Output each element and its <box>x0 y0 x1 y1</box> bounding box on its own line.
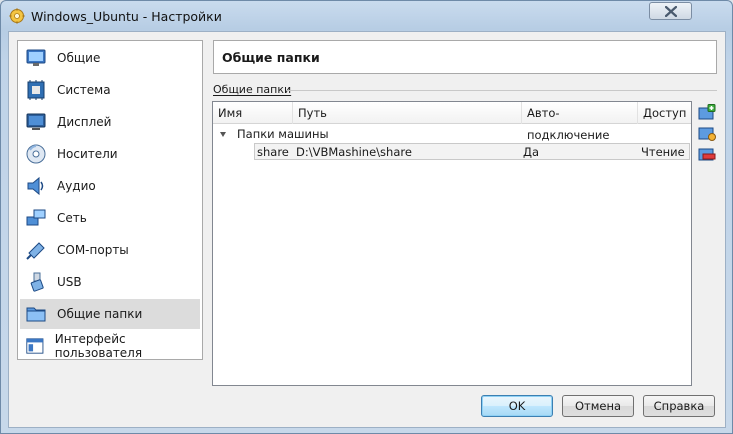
group-label: Папки машины <box>237 127 329 141</box>
group-label: Общие папки <box>213 83 292 96</box>
sidebar-item-network[interactable]: Сеть <box>20 203 200 233</box>
sidebar-item-label: Сеть <box>57 211 87 225</box>
sidebar-item-label: Интерфейс пользователя <box>54 332 143 360</box>
sidebar-item-user-interface[interactable]: Интерфейс пользователя <box>20 331 200 361</box>
edit-folder-button[interactable] <box>698 124 716 142</box>
cell-access: Чтение <box>641 145 685 159</box>
system-chip-icon <box>27 80 45 100</box>
sidebar-item-label: Общие папки <box>57 307 143 321</box>
shared-folder-icon <box>26 307 46 322</box>
add-folder-icon <box>698 104 716 120</box>
collapse-arrow-icon <box>220 132 226 137</box>
usb-icon <box>30 272 44 292</box>
sidebar-item-label: Система <box>57 83 111 97</box>
tree-group-row[interactable]: Папки машины <box>213 126 691 143</box>
cancel-button[interactable]: Отмена <box>562 395 634 417</box>
table-row[interactable]: share D:\VBMashine\share Да Чтение <box>254 143 690 160</box>
sidebar-item-display[interactable]: Дисплей <box>20 107 200 137</box>
general-icon <box>26 49 46 66</box>
window-title: Windows_Ubuntu - Настройки <box>31 9 222 24</box>
tree-header: Имя Путь Авто-подключение Доступ <box>213 102 691 142</box>
monitor-icon <box>26 113 46 130</box>
sidebar-item-label: Аудио <box>57 179 96 193</box>
close-icon <box>664 5 677 17</box>
column-header-name[interactable]: Имя <box>213 102 293 124</box>
speaker-icon <box>27 176 44 196</box>
title-bar[interactable]: Windows_Ubuntu - Настройки <box>1 1 732 31</box>
sidebar-item-audio[interactable]: Аудио <box>20 171 200 201</box>
sidebar-item-general[interactable]: Общие <box>20 43 200 73</box>
column-header-auto-mount[interactable]: Авто-подключение <box>522 102 638 142</box>
serial-port-icon <box>26 242 45 260</box>
page-title: Общие папки <box>213 40 717 74</box>
sidebar-item-label: COM-порты <box>57 243 129 257</box>
settings-category-list: Общие Система Дисплей Носители Аудио Сет… <box>17 40 203 360</box>
sidebar-item-storage[interactable]: Носители <box>20 139 200 169</box>
sidebar-item-system[interactable]: Система <box>20 75 200 105</box>
storage-disc-icon <box>26 144 46 164</box>
group-divider <box>287 90 717 91</box>
network-icon <box>26 209 46 226</box>
sidebar-item-label: USB <box>57 275 82 289</box>
sidebar-item-label: Общие <box>57 51 101 65</box>
dialog-client-area: Общие Система Дисплей Носители Аудио Сет… <box>8 31 726 428</box>
remove-folder-button[interactable] <box>698 145 716 163</box>
sidebar-item-label: Дисплей <box>57 115 112 129</box>
sidebar-item-com-ports[interactable]: COM-порты <box>20 235 200 265</box>
column-header-access[interactable]: Доступ <box>638 102 691 124</box>
virtualbox-gear-icon <box>9 8 25 24</box>
shared-folders-tree[interactable]: Имя Путь Авто-подключение Доступ Папки м… <box>212 101 692 386</box>
cell-path: D:\VBMashine\share <box>296 145 412 159</box>
sidebar-item-shared-folders[interactable]: Общие папки <box>20 299 200 329</box>
edit-folder-icon <box>698 127 716 141</box>
add-folder-button[interactable] <box>698 104 716 122</box>
help-button[interactable]: Справка <box>643 395 715 417</box>
remove-folder-icon <box>698 148 716 161</box>
sidebar-item-label: Носители <box>57 147 118 161</box>
close-button[interactable] <box>649 2 692 20</box>
sidebar-item-usb[interactable]: USB <box>20 267 200 297</box>
cell-name: share <box>257 145 289 159</box>
column-header-path[interactable]: Путь <box>293 102 522 124</box>
settings-window: Windows_Ubuntu - Настройки Общие Система… <box>0 0 733 434</box>
ok-button[interactable]: OK <box>481 395 553 417</box>
cell-auto-mount: Да <box>523 145 540 159</box>
user-interface-icon <box>26 338 44 354</box>
